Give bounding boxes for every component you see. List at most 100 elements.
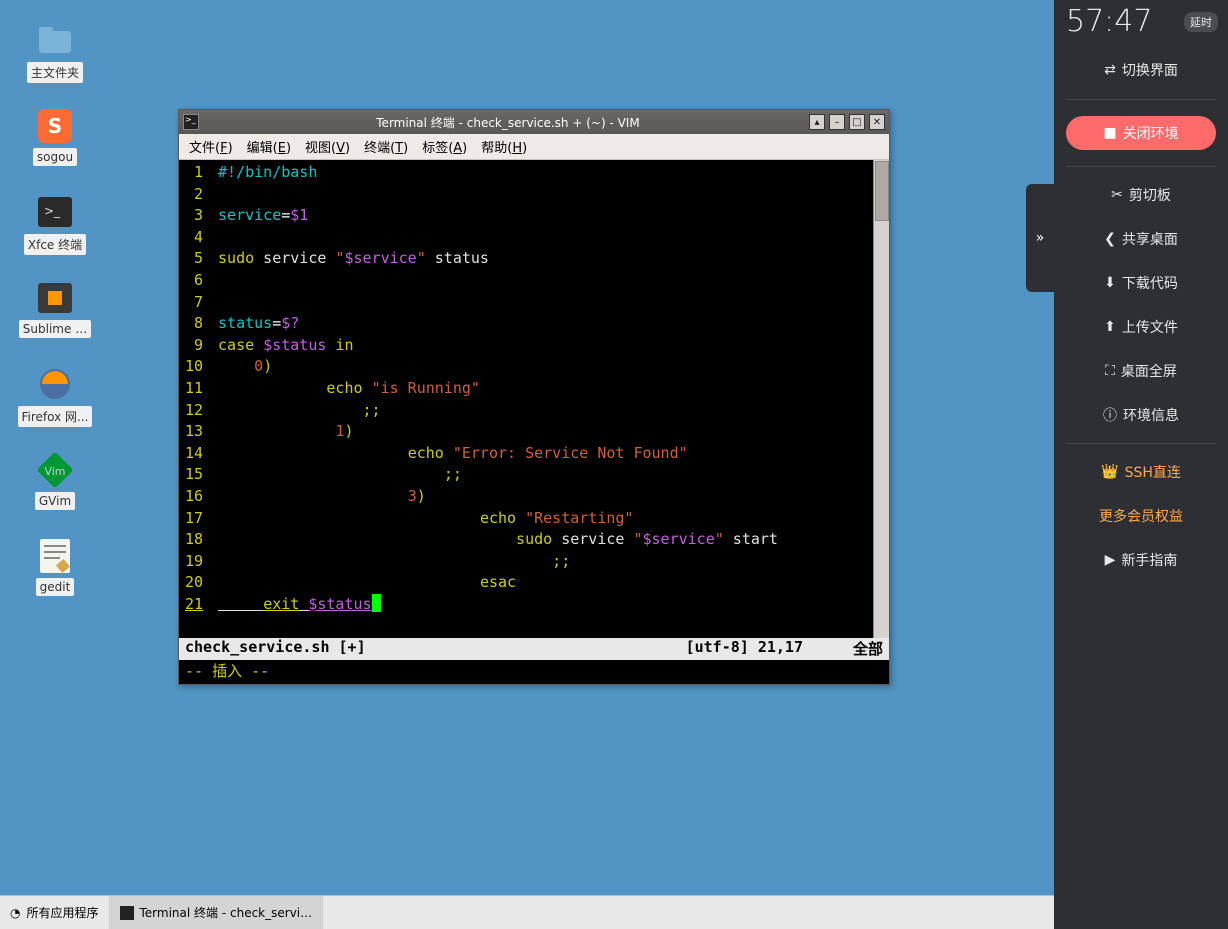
code-line: 6 [183,270,873,292]
terminal-area[interactable]: 1 #!/bin/bash2 3 service=$14 5 sudo serv… [179,160,889,638]
code-line: 4 [183,227,873,249]
menu-item[interactable]: 文件(F) [189,137,233,156]
code-line: 8 status=$? [183,313,873,335]
sublime-icon [35,280,75,316]
maximize-button[interactable]: □ [849,114,865,130]
sogou-icon: S [35,108,75,144]
control-sidebar: » 57:47 延时 ⇄ 切换界面 ■ 关闭环境 ✂剪切板❮共享桌面⬇下载代码⬆… [1054,0,1228,929]
line-number: 8 [183,313,209,335]
scrollbar[interactable] [873,160,889,638]
line-number: 20 [183,572,209,594]
window-title: Terminal 终端 - check_service.sh + (~) - V… [207,114,809,131]
gvim-icon: Vim [35,452,75,488]
terminal-icon [183,114,199,130]
icon-label: gedit [36,578,75,596]
line-number: 21 [183,594,209,616]
sidebar-item-label: 环境信息 [1123,405,1179,425]
line-number: 4 [183,227,209,249]
sidebar-item-label: 上传文件 [1122,317,1178,337]
home-folder-icon [35,22,75,58]
status-position: 全部 [853,638,883,660]
switch-icon: ⇄ [1104,62,1116,78]
newbie-guide-button[interactable]: ▶ 新手指南 [1054,538,1228,582]
menu-item[interactable]: 标签(A) [422,137,467,156]
line-number: 19 [183,551,209,573]
desktop-icon-firefox[interactable]: Firefox 网... [16,366,94,427]
apps-menu-button[interactable]: ◔ 所有应用程序 [0,896,110,929]
sidebar-item-icon: ⓘ [1103,405,1117,425]
sidebar-item[interactable]: ⬆ 上传文件 [1054,305,1228,349]
icon-label: Sublime … [19,320,91,338]
menu-item[interactable]: 视图(V) [305,137,350,156]
icon-label: Xfce 终端 [24,234,86,255]
code-line: 21 exit $status [183,594,873,616]
ssh-direct-button[interactable]: 👑 SSH直连 [1054,450,1228,494]
terminal-body[interactable]: 1 #!/bin/bash2 3 service=$14 5 sudo serv… [179,160,873,638]
sidebar-item-label: 下载代码 [1122,273,1178,293]
close-env-button[interactable]: ■ 关闭环境 [1066,116,1216,150]
code-line: 12 ;; [183,400,873,422]
icon-label: sogou [33,148,77,166]
video-icon: ▶ [1105,552,1116,568]
taskbar-terminal-task[interactable]: Terminal 终端 - check_servi… [110,896,324,929]
icon-label: GVim [35,492,75,510]
vim-status-line: check_service.sh [+] [utf-8] 21,17 全部 [179,638,889,660]
close-button[interactable]: ✕ [869,114,885,130]
line-number: 9 [183,335,209,357]
line-number: 6 [183,270,209,292]
icon-label: Firefox 网... [18,406,93,427]
line-number: 10 [183,356,209,378]
xfce-terminal-icon: >_ [35,194,75,230]
line-number: 14 [183,443,209,465]
window-buttons: ▴ – □ ✕ [809,114,885,130]
code-line: 11 echo "is Running" [183,378,873,400]
task-label: Terminal 终端 - check_servi… [140,904,313,921]
menu-item[interactable]: 帮助(H) [481,137,527,156]
line-number: 7 [183,292,209,314]
window-titlebar[interactable]: Terminal 终端 - check_service.sh + (~) - V… [179,110,889,134]
icon-label: 主文件夹 [27,62,83,83]
rollup-button[interactable]: ▴ [809,114,825,130]
sidebar-item[interactable]: ⛶ 桌面全屏 [1054,349,1228,393]
menu-item[interactable]: 编辑(E) [247,137,291,156]
sidebar-item-icon: ❮ [1104,231,1116,247]
line-number: 5 [183,248,209,270]
scrollbar-thumb[interactable] [875,161,889,221]
desktop-icon-gvim[interactable]: Vim GVim [16,452,94,510]
sidebar-item[interactable]: ⬇下载代码 [1054,261,1228,305]
menu-item[interactable]: 终端(T) [364,137,408,156]
line-number: 16 [183,486,209,508]
desktop-icon-home-folder[interactable]: 主文件夹 [16,22,94,83]
timer: 57:47 [1066,4,1152,39]
delay-badge[interactable]: 延时 [1184,12,1218,32]
sidebar-item-label: 剪切板 [1129,185,1171,205]
code-line: 15 ;; [183,464,873,486]
desktop-icon-sublime[interactable]: Sublime … [16,280,94,338]
svg-text:S: S [48,114,62,138]
code-line: 9 case $status in [183,335,873,357]
sidebar-item-icon: ⬆ [1104,319,1116,335]
sidebar-item-icon: ⛶ [1105,363,1115,379]
sidebar-item-label: 共享桌面 [1122,229,1178,249]
terminal-icon [120,906,134,920]
sidebar-item[interactable]: ⓘ 环境信息 [1054,393,1228,437]
code-line: 18 sudo service "$service" start [183,529,873,551]
sidebar-collapse-tab[interactable]: » [1026,184,1054,292]
code-line: 3 service=$1 [183,205,873,227]
code-line: 16 3) [183,486,873,508]
desktop-icon-gedit[interactable]: gedit [16,538,94,596]
svg-text:>_: >_ [44,204,61,218]
member-benefits-button[interactable]: 更多会员权益 [1054,494,1228,538]
sidebar-item-label: 桌面全屏 [1121,361,1177,381]
desktop-icon-xfce-terminal[interactable]: >_ Xfce 终端 [16,194,94,255]
switch-view-button[interactable]: ⇄ 切换界面 [1054,47,1228,93]
sidebar-item[interactable]: ✂剪切板 [1054,173,1228,217]
desktop-icon-sogou[interactable]: Ssogou [16,108,94,166]
line-number: 12 [183,400,209,422]
status-file: check_service.sh [+] [185,638,366,660]
apps-icon: ◔ [10,906,20,920]
minimize-button[interactable]: – [829,114,845,130]
stop-icon: ■ [1103,125,1116,141]
line-number: 18 [183,529,209,551]
sidebar-item[interactable]: ❮ 共享桌面 [1054,217,1228,261]
